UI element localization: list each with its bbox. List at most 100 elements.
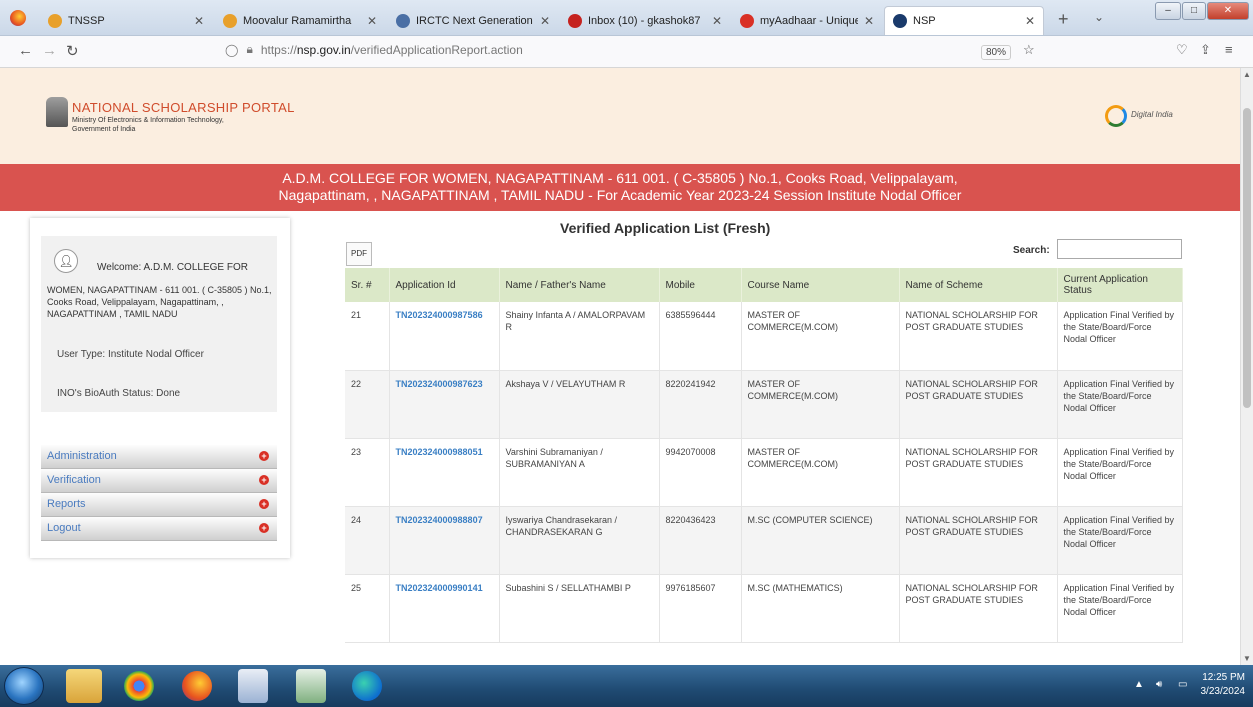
lock-icon[interactable]: 🔒︎ bbox=[246, 42, 252, 57]
search-input[interactable] bbox=[1057, 239, 1182, 259]
status-cell: Application Final Verified by the State/… bbox=[1057, 302, 1183, 371]
close-icon[interactable]: ✕ bbox=[1025, 14, 1035, 28]
status-cell: Application Final Verified by the State/… bbox=[1057, 506, 1183, 575]
close-icon[interactable]: ✕ bbox=[540, 14, 550, 28]
tab-tnssp[interactable]: TNSSP ✕ bbox=[40, 6, 212, 35]
share-icon[interactable]: ⇪ bbox=[1200, 42, 1211, 58]
edge-icon[interactable] bbox=[352, 671, 382, 701]
tray-arrow-icon[interactable]: ▲ bbox=[1134, 679, 1144, 690]
tab-moovalur[interactable]: Moovalur Ramamirtha ✕ bbox=[215, 6, 385, 35]
status-cell: Application Final Verified by the State/… bbox=[1057, 574, 1183, 643]
column-header-scheme[interactable]: Name of Scheme bbox=[899, 268, 1058, 302]
sidebar-item-reports[interactable]: Reports + bbox=[41, 493, 277, 517]
digital-india-label: Digital India bbox=[1131, 110, 1173, 119]
application-id-link[interactable]: TN202324000988051 bbox=[389, 438, 500, 507]
tab-favicon-icon bbox=[893, 14, 907, 28]
portal-subtitle: Ministry Of Electronics & Information Te… bbox=[72, 117, 224, 133]
forward-icon[interactable]: → bbox=[42, 42, 57, 59]
column-header-sr[interactable]: Sr. # bbox=[345, 268, 390, 302]
mobile-cell: 8220436423 bbox=[659, 506, 742, 575]
reload-icon[interactable]: ↻ bbox=[66, 42, 79, 60]
tab-inbox[interactable]: Inbox (10) - gkashok87 ✕ bbox=[560, 6, 730, 35]
page-viewport: NATIONAL SCHOLARSHIP PORTAL Ministry Of … bbox=[0, 68, 1240, 665]
tab-label: IRCTC Next Generation bbox=[416, 14, 533, 27]
clock[interactable]: 12:25 PM 3/23/2024 bbox=[1201, 671, 1246, 699]
url-bar[interactable]: ◯ 🔒︎ https://nsp.gov.in/verifiedApplicat… bbox=[225, 42, 523, 57]
scroll-down-icon[interactable]: ▼ bbox=[1243, 654, 1251, 663]
scheme-cell: NATIONAL SCHOLARSHIP FOR POST GRADUATE S… bbox=[899, 574, 1058, 643]
sr-cell: 23 bbox=[345, 438, 390, 507]
tab-label: Moovalur Ramamirtha bbox=[243, 14, 352, 27]
application-id-link[interactable]: TN202324000987623 bbox=[389, 370, 500, 439]
column-header-status[interactable]: Current Application Status bbox=[1057, 268, 1183, 302]
star-icon[interactable]: ☆ bbox=[1023, 42, 1035, 58]
table-row: 22 TN202324000987623 Akshaya V / VELAYUT… bbox=[345, 370, 1183, 439]
name-cell: Iyswariya Chandrasekaran / CHANDRASEKARA… bbox=[499, 506, 660, 575]
welcome-address: WOMEN, NAGAPATTINAM - 611 001. ( C-35805… bbox=[47, 285, 272, 319]
name-cell: Subashini S / SELLATHAMBI P bbox=[499, 574, 660, 643]
sidebar-item-logout[interactable]: Logout + bbox=[41, 517, 277, 541]
scheme-cell: NATIONAL SCHOLARSHIP FOR POST GRADUATE S… bbox=[899, 506, 1058, 575]
word-icon[interactable] bbox=[238, 669, 268, 703]
sidebar-item-administration[interactable]: Administration + bbox=[41, 445, 277, 469]
minimize-icon[interactable]: – bbox=[1155, 2, 1181, 20]
expand-icon[interactable]: + bbox=[259, 499, 269, 509]
banner-line-1: A.D.M. COLLEGE FOR WOMEN, NAGAPATTINAM -… bbox=[282, 170, 958, 186]
page-scrollbar[interactable]: ▲ ▼ bbox=[1240, 68, 1253, 665]
table-row: 23 TN202324000988051 Varshini Subramaniy… bbox=[345, 438, 1183, 507]
sidebar-menu: Administration + Verification + Reports + L… bbox=[41, 445, 277, 541]
tab-nsp[interactable]: NSP ✕ bbox=[884, 6, 1044, 35]
application-id-link[interactable]: TN202324000987586 bbox=[389, 302, 500, 371]
firefox-icon[interactable] bbox=[10, 10, 26, 26]
start-button-icon[interactable] bbox=[4, 667, 44, 705]
tab-favicon-icon bbox=[223, 13, 237, 28]
page-title: Verified Application List (Fresh) bbox=[560, 220, 771, 236]
column-header-course[interactable]: Course Name bbox=[741, 268, 900, 302]
zoom-indicator[interactable]: 80% bbox=[981, 45, 1012, 60]
course-cell: MASTER OF COMMERCE(M.COM) bbox=[741, 302, 900, 371]
tab-irctc[interactable]: IRCTC Next Generation ✕ bbox=[388, 6, 558, 35]
network-icon[interactable]: ▭ bbox=[1178, 679, 1187, 690]
column-header-name[interactable]: Name / Father's Name bbox=[499, 268, 660, 302]
volume-icon[interactable]: 🔊︎ bbox=[1156, 679, 1162, 690]
expand-icon[interactable]: + bbox=[259, 475, 269, 485]
pocket-icon[interactable]: ♡ bbox=[1176, 42, 1188, 58]
tab-favicon-icon bbox=[568, 13, 582, 28]
name-cell: Varshini Subramaniyan / SUBRAMANIYAN A bbox=[499, 438, 660, 507]
scroll-up-icon[interactable]: ▲ bbox=[1243, 70, 1251, 79]
tab-label: NSP bbox=[913, 15, 936, 27]
close-icon[interactable]: ✕ bbox=[194, 14, 204, 28]
scrollbar-thumb[interactable] bbox=[1243, 108, 1251, 408]
expand-icon[interactable]: + bbox=[259, 451, 269, 461]
column-header-app-id[interactable]: Application Id bbox=[389, 268, 500, 302]
menu-label: Reports bbox=[47, 498, 86, 510]
excel-icon[interactable] bbox=[296, 669, 326, 703]
close-icon[interactable]: ✕ bbox=[367, 14, 377, 28]
scheme-cell: NATIONAL SCHOLARSHIP FOR POST GRADUATE S… bbox=[899, 302, 1058, 371]
close-window-icon[interactable]: ✕ bbox=[1207, 2, 1249, 20]
column-header-mobile[interactable]: Mobile bbox=[659, 268, 742, 302]
chevron-down-icon[interactable]: ⌄ bbox=[1094, 10, 1104, 24]
firefox-taskbar-icon[interactable] bbox=[182, 671, 212, 701]
chrome-icon[interactable] bbox=[124, 671, 154, 701]
file-explorer-icon[interactable] bbox=[66, 669, 102, 703]
clock-time: 12:25 PM bbox=[1202, 672, 1245, 683]
course-cell: M.SC (COMPUTER SCIENCE) bbox=[741, 506, 900, 575]
welcome-panel: 👤︎ Welcome: A.D.M. COLLEGE FOR WOMEN, NA… bbox=[41, 236, 277, 412]
back-icon[interactable]: ← bbox=[18, 42, 33, 59]
application-id-link[interactable]: TN202324000988807 bbox=[389, 506, 500, 575]
close-icon[interactable]: ✕ bbox=[712, 14, 722, 28]
sidebar-item-verification[interactable]: Verification + bbox=[41, 469, 277, 493]
status-cell: Application Final Verified by the State/… bbox=[1057, 370, 1183, 439]
shield-icon[interactable]: ◯ bbox=[225, 43, 238, 57]
maximize-icon[interactable]: □ bbox=[1182, 2, 1206, 20]
expand-icon[interactable]: + bbox=[259, 523, 269, 533]
menu-icon[interactable]: ≡ bbox=[1225, 42, 1233, 57]
close-icon[interactable]: ✕ bbox=[864, 14, 874, 28]
menu-label: Logout bbox=[47, 522, 81, 534]
tab-myaadhaar[interactable]: myAadhaar - Unique Id ✕ bbox=[732, 6, 882, 35]
new-tab-icon[interactable]: + bbox=[1058, 9, 1069, 30]
application-id-link[interactable]: TN202324000990141 bbox=[389, 574, 500, 643]
browser-nav-bar: ← → ↻ ◯ 🔒︎ https://nsp.gov.in/verifiedAp… bbox=[0, 36, 1253, 68]
pdf-button[interactable]: PDF bbox=[346, 242, 372, 266]
